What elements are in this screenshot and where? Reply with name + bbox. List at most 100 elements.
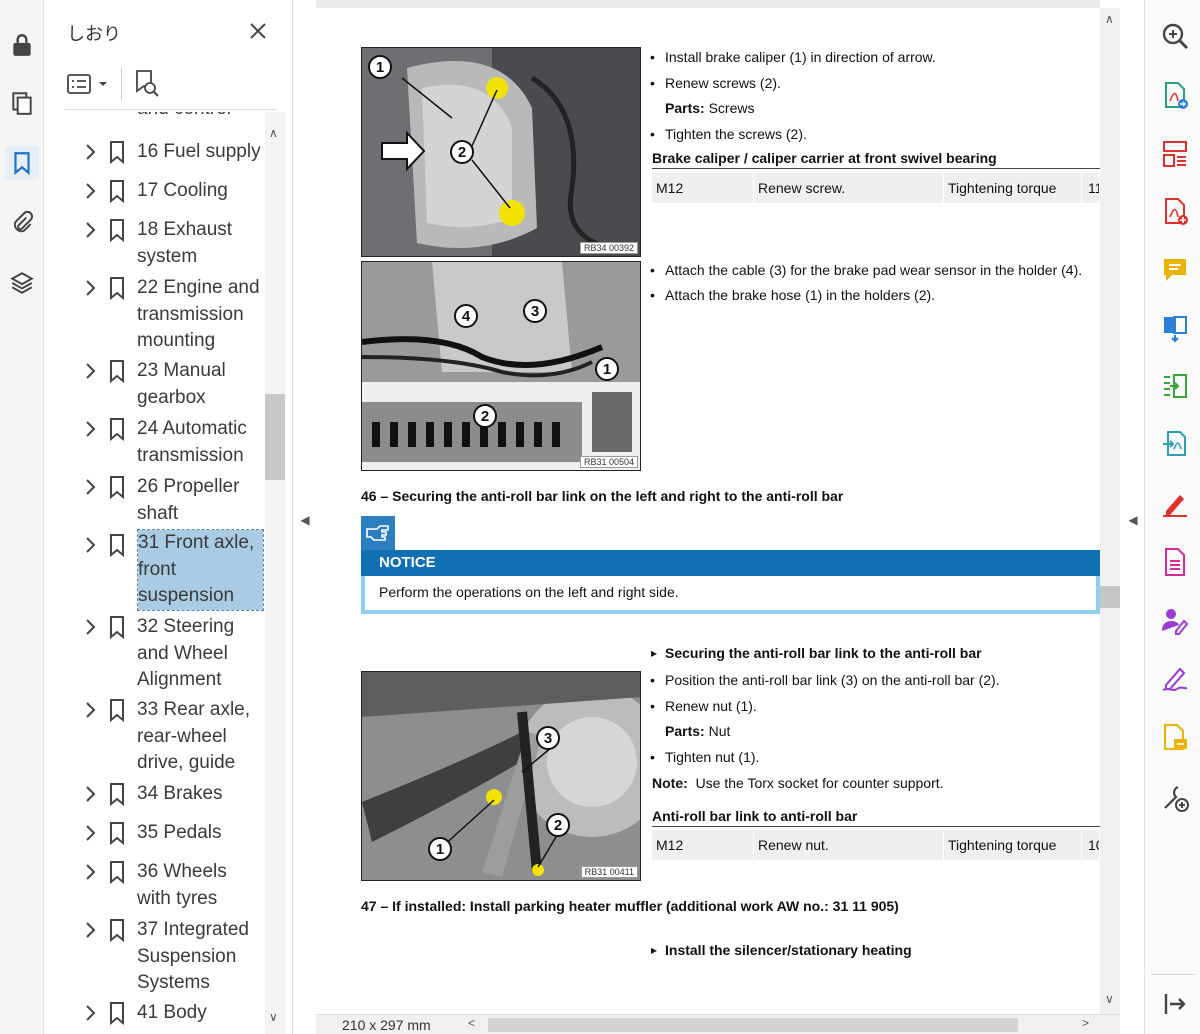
bookmark-label: 26 Propeller shaft — [137, 476, 240, 524]
bookmark-icon — [110, 476, 124, 499]
comment-icon[interactable] — [1159, 254, 1191, 286]
bookmark-icon — [110, 180, 124, 203]
bookmark-label: 22 Engine and transmission mounting — [137, 277, 260, 351]
panel-title: しおり — [67, 24, 121, 44]
lock-icon[interactable] — [5, 28, 39, 62]
section-heading: 46 – Securing the anti-roll bar link on … — [361, 488, 844, 504]
bookmarks-panel: しおり and control 16 Fuel supply 17 Coolin… — [45, 0, 293, 1034]
more-tools-icon[interactable] — [1159, 782, 1191, 814]
bookmark-icon[interactable] — [5, 146, 39, 180]
collapse-left-panel-button[interactable]: ◀ — [296, 508, 314, 532]
callout-3: 3 — [536, 726, 560, 750]
subsection-heading: Install the silencer/stationary heating — [651, 942, 912, 958]
bookmark-icon — [110, 861, 124, 884]
bookmark-label: 17 Cooling — [137, 180, 228, 201]
bookmarks-scrollbar[interactable]: ∧ ∨ — [265, 112, 285, 1034]
instruction-bullet: Tighten the screws (2). — [650, 126, 807, 142]
send-comments-icon[interactable] — [1159, 722, 1191, 754]
bookmark-label: 18 Exhaust system — [137, 219, 233, 267]
layers-icon[interactable] — [5, 266, 39, 300]
bookmark-label: 41 Body — [137, 1002, 207, 1023]
options-menu-button[interactable] — [67, 70, 111, 98]
instruction-bullet: Attach the cable (3) for the brake pad w… — [650, 262, 1082, 278]
chevron-down-icon — [99, 82, 107, 86]
status-bar: 210 x 297 mm < > — [316, 1014, 1120, 1034]
chevron-right-icon — [86, 619, 96, 635]
bookmark-label: 35 Pedals — [137, 822, 222, 843]
create-pdf-icon[interactable] — [1159, 196, 1191, 228]
bookmarks-toolbar — [65, 64, 277, 110]
combine-files-icon[interactable] — [1159, 312, 1191, 344]
bookmark-icon — [110, 277, 124, 300]
compare-files-icon[interactable] — [1159, 370, 1191, 402]
parts-line: Parts: Screws — [665, 100, 754, 116]
collapse-tools-icon[interactable] — [1159, 988, 1191, 1020]
parts-value: Screws — [708, 100, 755, 116]
export-pdf-icon[interactable] — [1159, 80, 1191, 112]
rail-divider — [1151, 974, 1195, 975]
bookmark-label: 33 Rear axle, rear-wheel drive, guide — [137, 699, 251, 773]
callout-1: 1 — [368, 55, 392, 79]
chevron-right-icon — [86, 864, 96, 880]
viewport-top-edge — [316, 0, 1100, 8]
instruction-bullet: Install brake caliper (1) in direction o… — [650, 49, 936, 65]
zoom-search-icon[interactable] — [1159, 20, 1191, 52]
export-convert-icon[interactable] — [1159, 428, 1191, 460]
callout-2: 2 — [546, 813, 570, 837]
horizontal-scrollbar-thumb[interactable] — [488, 1018, 1018, 1032]
bookmark-icon — [110, 1002, 124, 1025]
brake-hose-photo: 4 3 1 2 RB31 00504 — [361, 261, 641, 471]
chevron-right-icon — [86, 825, 96, 841]
close-icon[interactable] — [245, 18, 271, 44]
bookmark-icon — [110, 360, 124, 383]
bookmark-label-partial: and control — [137, 112, 231, 122]
brake-caliper-illustration — [362, 48, 640, 256]
bookmark-icon — [110, 822, 124, 845]
fill-sign-icon[interactable] — [1159, 662, 1191, 694]
organize-pages-icon[interactable] — [1159, 138, 1191, 170]
request-signature-icon[interactable] — [1159, 604, 1191, 636]
pdf-document-icon[interactable] — [1159, 546, 1191, 578]
scroll-up-icon[interactable]: ∧ — [1105, 12, 1114, 26]
notice-text: Perform the operations on the left and r… — [361, 576, 1100, 614]
torque-table-row: M12 Renew nut. Tightening torque 10 — [652, 830, 1100, 860]
bookmark-label: 24 Automatic transmission — [137, 418, 247, 466]
table-cell: Renew screw. — [754, 173, 944, 203]
callout-1: 1 — [595, 357, 619, 381]
scroll-up-icon[interactable]: ∧ — [269, 126, 278, 140]
scrollbar-thumb[interactable] — [1100, 586, 1120, 608]
collapse-right-panel-button[interactable]: ◀ — [1124, 508, 1142, 532]
attachment-icon[interactable] — [5, 206, 39, 240]
page-thumbnails-icon[interactable] — [5, 86, 39, 120]
scroll-down-icon[interactable]: ∨ — [269, 1010, 278, 1024]
tools-rail — [1144, 0, 1200, 1034]
note-text: Use the Torx socket for counter support. — [695, 775, 944, 791]
scroll-right-icon[interactable]: > — [1082, 1016, 1089, 1030]
brake-caliper-photo: 1 2 RB34 00392 — [361, 47, 641, 257]
callout-3: 3 — [523, 299, 547, 323]
list-options-icon — [67, 74, 91, 94]
notice-title: NOTICE — [361, 550, 1100, 576]
scroll-down-icon[interactable]: ∨ — [1105, 992, 1114, 1006]
edit-pencil-icon[interactable] — [1159, 488, 1191, 520]
scroll-left-icon[interactable]: < — [468, 1016, 475, 1030]
parts-label: Parts: — [665, 100, 705, 116]
page-size-label: 210 x 297 mm — [342, 1017, 431, 1033]
left-nav-rail — [0, 0, 44, 1034]
chevron-right-icon — [86, 786, 96, 802]
table-cell: Tightening torque — [944, 830, 1082, 860]
bookmark-icon — [110, 783, 124, 806]
bookmark-icon — [110, 141, 124, 164]
scrollbar-thumb[interactable] — [265, 394, 285, 480]
document-scrollbar[interactable]: ∧ ∨ — [1100, 8, 1120, 1014]
bookmark-label: 34 Brakes — [137, 783, 223, 804]
bookmark-label: 37 Integrated Suspension Systems — [137, 919, 249, 993]
chevron-right-icon — [86, 144, 96, 160]
torque-table-title: Anti-roll bar link to anti-roll bar — [652, 808, 1100, 827]
table-cell: 10 — [1082, 830, 1100, 860]
find-bookmark-button[interactable] — [131, 68, 163, 100]
instruction-bullet: Renew screws (2). — [650, 75, 781, 91]
bookmark-label: 16 Fuel supply — [137, 141, 261, 162]
chevron-right-icon — [86, 222, 96, 238]
anti-roll-bar-photo: 3 2 1 RB31 00411 — [361, 671, 641, 881]
